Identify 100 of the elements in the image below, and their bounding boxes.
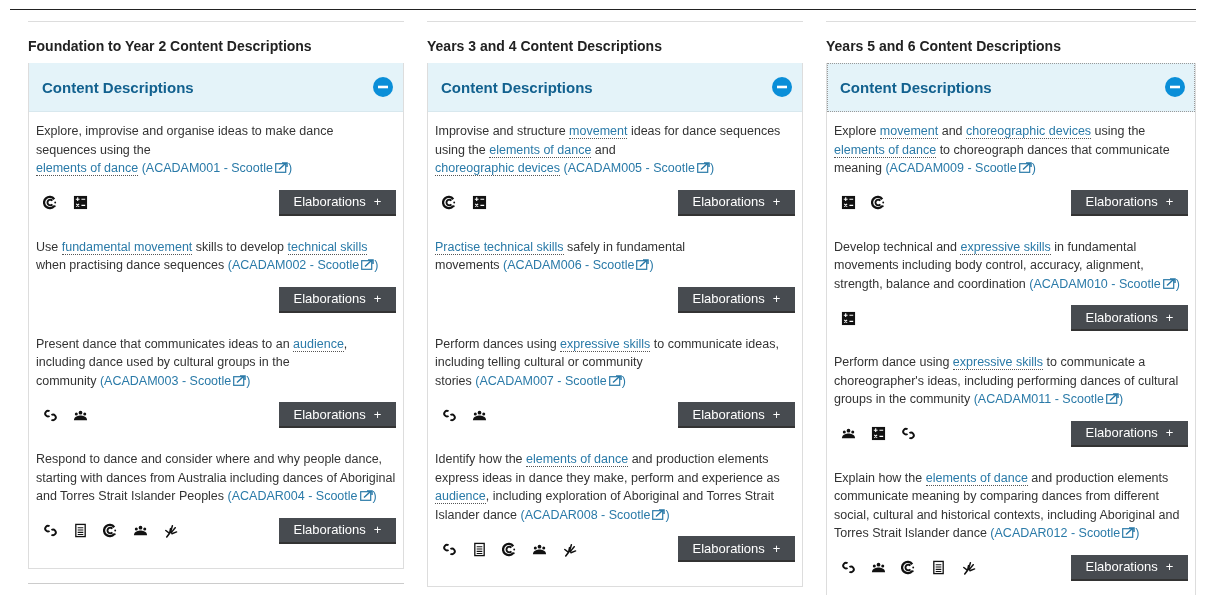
external-link-icon bbox=[361, 259, 375, 270]
elaborations-button[interactable]: Elaborations + bbox=[678, 189, 795, 216]
glossary-link[interactable]: expressive skills bbox=[560, 336, 651, 352]
hand-icon bbox=[163, 523, 178, 538]
spiral-icon bbox=[502, 541, 517, 557]
external-link-icon bbox=[608, 374, 622, 386]
glossary-link[interactable]: elements of dance bbox=[526, 452, 629, 467]
scootle-link[interactable]: (ACADAM003 - Scootle ) bbox=[99, 373, 251, 388]
document-icon bbox=[73, 523, 88, 538]
elaborations-button[interactable]: Elaborations + bbox=[279, 286, 396, 313]
elaborations-button[interactable]: Elaborations + bbox=[279, 402, 396, 428]
linked-rings-icon bbox=[442, 541, 457, 557]
external-link-icon bbox=[652, 508, 666, 520]
panel-title: Content Descriptions bbox=[441, 78, 593, 96]
elaborations-button[interactable]: Elaborations + bbox=[279, 517, 396, 544]
scootle-link[interactable]: (ACADAM001 - Scootle ) bbox=[141, 161, 293, 175]
collapse-button[interactable] bbox=[1165, 77, 1185, 97]
glossary-link[interactable]: choreographic devices bbox=[966, 124, 1092, 139]
section-heading: Years 5 and 6 Content Descriptions bbox=[826, 38, 1062, 54]
group-icon bbox=[841, 426, 856, 441]
calculator-icon bbox=[841, 310, 856, 326]
calculator-icon bbox=[73, 195, 88, 210]
collapse-button[interactable] bbox=[772, 77, 792, 97]
panel-header[interactable]: Content Descriptions bbox=[827, 63, 1195, 112]
external-link-icon bbox=[636, 259, 650, 270]
scootle-link[interactable]: (ACADAM010 - Scootle ) bbox=[1029, 276, 1180, 291]
panel-header[interactable]: Content Descriptions bbox=[29, 63, 403, 112]
scootle-link[interactable]: (ACADAM005 - Scootle ) bbox=[563, 161, 715, 175]
scootle-link[interactable]: (ACADAR008 - Scootle ) bbox=[520, 507, 670, 522]
glossary-link[interactable]: Practise technical skills bbox=[435, 239, 564, 255]
elaborations-button[interactable]: Elaborations + bbox=[678, 536, 795, 562]
elaborations-button[interactable]: Elaborations + bbox=[1071, 305, 1188, 331]
glossary-link[interactable]: audience bbox=[435, 489, 486, 504]
content-description: Use fundamental movement skills to develop technical skills when practising dance sequences (ACADAM002 - Scootle ) bbox=[36, 238, 380, 274]
external-link-icon bbox=[1162, 277, 1176, 289]
glossary-link[interactable]: technical skills bbox=[287, 239, 368, 255]
elaborations-button[interactable]: Elaborations + bbox=[279, 189, 396, 216]
glossary-link[interactable]: expressive skills bbox=[952, 355, 1044, 370]
content-description: Improvise and structure movement ideas for dance sequences using the elements of dance and choreographic devices (ACADAM005 - Scootle ) bbox=[435, 123, 782, 178]
content-description: Explain how the elements of dance and production elements communicate meaning by comparing dances from different social, cultural and historical contexts, including Aboriginal and Torres Strait Islander dance (ACADAR012 - Scootle ) bbox=[834, 469, 1181, 542]
glossary-link[interactable]: elements of dance bbox=[925, 470, 1028, 486]
group-icon bbox=[871, 560, 886, 575]
panel-title: Content Descriptions bbox=[840, 78, 992, 96]
scootle-link[interactable]: (ACADAM006 - Scootle ) bbox=[503, 258, 654, 272]
glossary-link[interactable]: elements of dance bbox=[834, 142, 937, 158]
linked-rings-icon bbox=[43, 523, 58, 538]
content-description: Explore movement and choreographic devices using the elements of dance to choreograph dances that communicate meaning (ACADAM009 - Scootle ) bbox=[834, 123, 1171, 177]
glossary-link[interactable]: movement bbox=[879, 124, 939, 139]
external-link-icon bbox=[1122, 527, 1136, 538]
calculator-icon bbox=[472, 195, 487, 210]
panel-title: Content Descriptions bbox=[42, 78, 194, 96]
collapse-button[interactable] bbox=[373, 77, 393, 97]
panel-header[interactable]: Content Descriptions bbox=[428, 63, 802, 112]
glossary-link[interactable]: movement bbox=[569, 124, 628, 139]
content-description: Perform dance using expressive skills to communicate a choreographer's ideas, including performing dances of cultural groups in the community (ACADAM011 - Scootle ) bbox=[834, 354, 1180, 408]
scootle-link[interactable]: (ACADAM009 - Scootle ) bbox=[885, 161, 1036, 175]
content-description: Perform dances using expressive skills to communicate ideas, including telling cultural or community stories (ACADAM007 - Scootle ) bbox=[435, 335, 780, 390]
elaborations-button[interactable]: Elaborations + bbox=[678, 402, 795, 428]
section-heading: Foundation to Year 2 Content Descriptions bbox=[28, 38, 313, 54]
hand-icon bbox=[961, 560, 976, 575]
elaborations-button[interactable]: Elaborations + bbox=[1071, 189, 1188, 216]
external-link-icon bbox=[696, 162, 710, 173]
content-description: Practise technical skills safely in fundamental movements (ACADAM006 - Scootle ) bbox=[435, 238, 687, 274]
external-link-icon bbox=[1106, 393, 1120, 404]
scootle-link[interactable]: (ACADAR004 - Scootle ) bbox=[227, 489, 377, 503]
glossary-link[interactable]: elements of dance bbox=[36, 161, 139, 176]
calculator-icon bbox=[841, 195, 856, 210]
external-link-icon bbox=[274, 162, 288, 173]
linked-rings-icon bbox=[901, 426, 916, 441]
scootle-link[interactable]: (ACADAM011 - Scootle ) bbox=[973, 392, 1124, 406]
spiral-icon bbox=[901, 560, 916, 575]
content-description: Develop technical and expressive skills in fundamental movements including body control, accuracy, alignment, strength, balance and coordination (ACADAM010 - Scootle ) bbox=[834, 238, 1181, 293]
calculator-icon bbox=[871, 426, 886, 441]
document-icon bbox=[931, 560, 946, 575]
hand-icon bbox=[562, 541, 577, 557]
group-icon bbox=[133, 523, 148, 538]
elaborations-button[interactable]: Elaborations + bbox=[1071, 554, 1188, 581]
external-link-icon bbox=[1018, 162, 1032, 173]
content-description: Explore, improvise and organise ideas to make dance sequences using the elements of dance (ACADAM001 - Scootle ) bbox=[36, 123, 335, 178]
spiral-icon bbox=[43, 195, 58, 210]
scootle-link[interactable]: (ACADAM007 - Scootle ) bbox=[475, 373, 626, 388]
elaborations-button[interactable]: Elaborations + bbox=[1071, 420, 1188, 447]
content-description: Respond to dance and consider where and why people dance, starting with dances from Australia including dances of Aboriginal and Torres Strait Islander Peoples (ACADAR004 - Scootle ) bbox=[36, 451, 396, 505]
spiral-icon bbox=[103, 523, 118, 538]
content-description: Identify how the elements of dance and production elements express ideas in dance they make, perform and experience as audience, including exploration of Aboriginal and Torres Strait Islander dance (ACADAR008 - Scootle ) bbox=[435, 451, 781, 524]
spiral-icon bbox=[871, 195, 886, 210]
glossary-link[interactable]: choreographic devices bbox=[435, 161, 561, 176]
glossary-link[interactable]: expressive skills bbox=[960, 239, 1051, 255]
glossary-link[interactable]: fundamental movement bbox=[61, 239, 193, 255]
glossary-link[interactable]: elements of dance bbox=[489, 142, 592, 158]
scootle-link[interactable]: (ACADAM002 - Scootle ) bbox=[227, 258, 379, 272]
glossary-link[interactable]: audience bbox=[293, 336, 344, 352]
linked-rings-icon bbox=[43, 407, 58, 423]
section-heading: Years 3 and 4 Content Descriptions bbox=[427, 38, 663, 54]
linked-rings-icon bbox=[841, 560, 856, 575]
elaborations-button[interactable]: Elaborations + bbox=[678, 286, 795, 313]
linked-rings-icon bbox=[442, 407, 457, 423]
scootle-link[interactable]: (ACADAR012 - Scootle ) bbox=[990, 526, 1140, 540]
content-description: Present dance that communicates ideas to an audience, including dance used by cultural groups in the community (ACADAM003 - Scootle ) bbox=[36, 335, 349, 390]
external-link-icon bbox=[359, 490, 373, 501]
